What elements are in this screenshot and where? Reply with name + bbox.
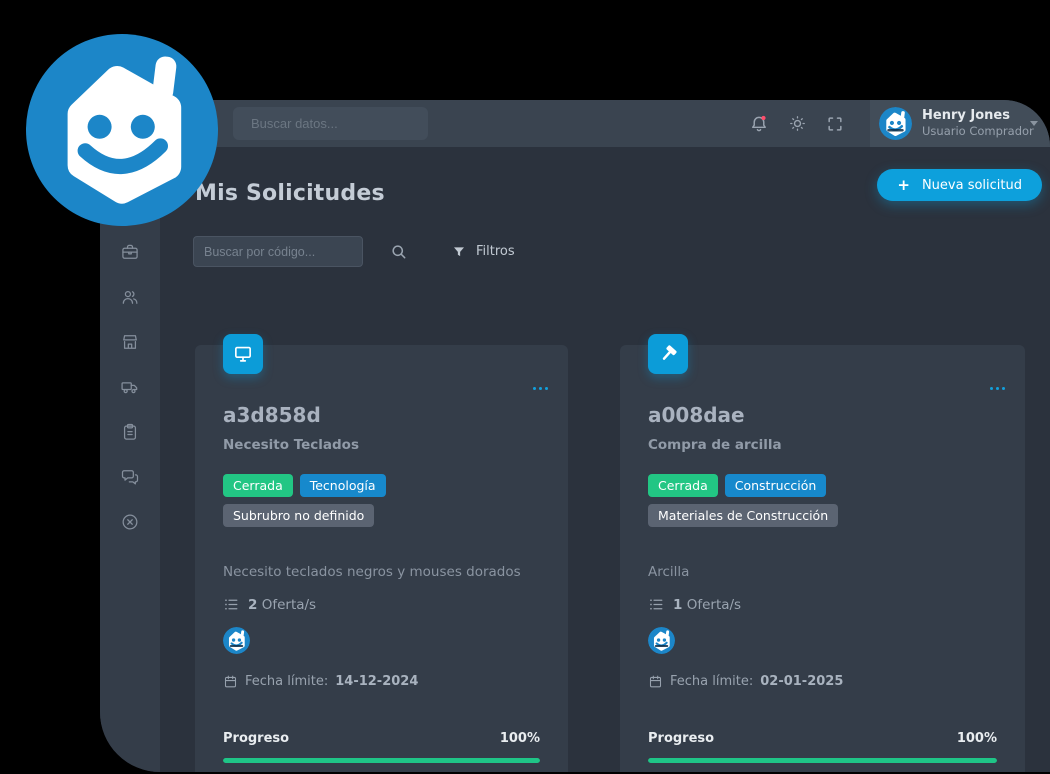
request-code: a008dae [648,403,997,427]
progress-value: 100% [500,731,540,746]
chevron-down-icon[interactable] [1030,121,1038,126]
category-badge: Tecnología [300,474,386,497]
filters-button[interactable]: Filtros [451,244,515,260]
category-badge: Construcción [725,474,827,497]
user-menu[interactable]: Henry Jones Usuario Comprador [870,100,1050,147]
requests-grid: a3d858d Necesito Teclados Cerrada Tecnol… [195,345,1025,772]
more-options-icon[interactable] [529,383,552,394]
search-input[interactable] [251,116,427,131]
topbar: Henry Jones Usuario Comprador [100,100,1050,147]
sidebar-item-close-circle[interactable] [120,512,140,532]
sidebar [100,147,160,772]
request-code: a3d858d [223,403,540,427]
offers-row: 1 Oferta/s [648,596,997,613]
progress-label: Progreso [648,731,714,746]
progress-label: Progreso [223,731,289,746]
status-badge: Cerrada [223,474,293,497]
request-title: Necesito Teclados [223,437,540,453]
deadline-row: Fecha límite: 02-01-2025 [648,674,997,689]
request-description: Arcilla [648,564,997,580]
status-badge: Cerrada [648,474,718,497]
page-title: Mis Solicitudes [195,181,385,206]
main-content: Mis Solicitudes + Nueva solicitud Filtro… [160,147,1050,772]
list-icon [648,596,665,613]
user-name: Henry Jones [922,108,1034,124]
bell-icon[interactable] [748,113,770,135]
request-card[interactable]: a3d858d Necesito Teclados Cerrada Tecnol… [195,345,568,772]
progress-value: 100% [957,731,997,746]
deadline-row: Fecha límite: 14-12-2024 [223,674,540,689]
search-icon[interactable] [389,242,409,262]
sidebar-item-store[interactable] [120,332,140,352]
sidebar-item-truck[interactable] [120,377,140,397]
global-search[interactable] [233,107,428,140]
request-title: Compra de arcilla [648,437,997,453]
list-icon [223,596,240,613]
filter-icon [451,244,467,260]
app-window: Henry Jones Usuario Comprador [100,100,1050,772]
filter-row: Filtros [193,236,515,267]
fullscreen-icon[interactable] [824,113,846,135]
user-avatar [879,107,912,140]
more-options-icon[interactable] [986,383,1009,394]
sidebar-item-chat[interactable] [120,467,140,487]
code-search-input[interactable] [204,237,352,266]
hammer-icon [648,334,688,374]
progress-bar [648,758,997,763]
calendar-icon [223,674,238,689]
new-request-button[interactable]: + Nueva solicitud [877,169,1042,201]
sidebar-item-users[interactable] [120,287,140,307]
request-card[interactable]: a008dae Compra de arcilla Cerrada Constr… [620,345,1025,772]
brightness-icon[interactable] [786,113,808,135]
buyer-avatar [648,627,675,654]
deadline-value: 02-01-2025 [760,674,843,689]
code-search-field[interactable] [193,236,363,267]
request-description: Necesito teclados negros y mouses dorado… [223,564,540,580]
sidebar-item-briefcase[interactable] [120,242,140,262]
progress-bar [223,758,540,763]
subcategory-badge: Materiales de Construcción [648,504,838,527]
buyer-avatar [223,627,250,654]
monitor-icon [223,334,263,374]
deadline-value: 14-12-2024 [335,674,418,689]
subcategory-badge: Subrubro no definido [223,504,374,527]
plus-icon: + [897,176,910,194]
user-role: Usuario Comprador [922,124,1034,138]
robot-logo [26,34,218,226]
calendar-icon [648,674,663,689]
offers-row: 2 Oferta/s [223,596,540,613]
sidebar-item-clipboard[interactable] [120,422,140,442]
